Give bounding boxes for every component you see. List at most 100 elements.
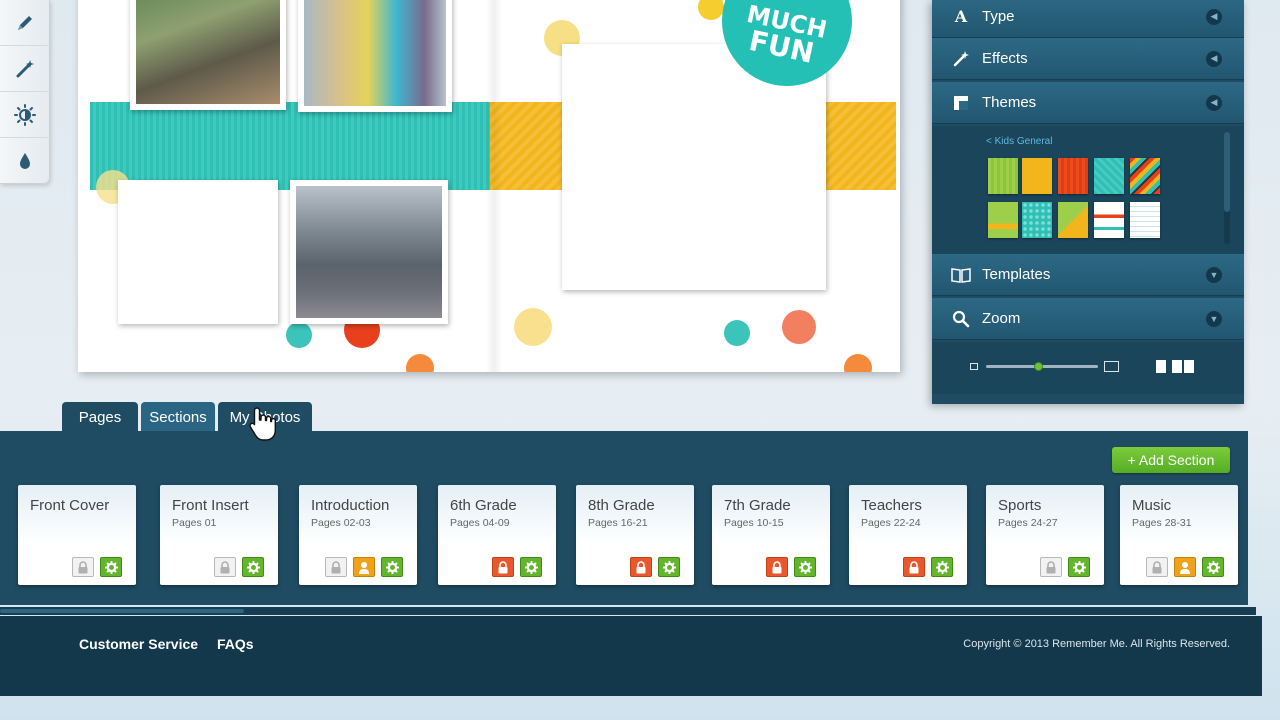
chevron-left-icon[interactable]: ◀ <box>1206 8 1222 25</box>
section-settings-button[interactable] <box>794 557 816 577</box>
sections-panel: + Add Section Front Cover Front Insert Pag… <box>0 431 1256 615</box>
decor-dot <box>286 322 312 348</box>
gear-icon <box>798 560 812 574</box>
section-settings-button[interactable] <box>1068 557 1090 577</box>
themes-scrollbar-thumb[interactable] <box>1224 132 1230 212</box>
section-settings-button[interactable] <box>931 557 953 577</box>
theme-swatch-lined[interactable] <box>1130 202 1160 238</box>
theme-swatch-green[interactable] <box>988 158 1018 194</box>
section-title: 6th Grade <box>450 497 517 514</box>
photo-frame-kids-outdoors[interactable] <box>130 0 286 110</box>
theme-swatch-teal-dots[interactable] <box>1022 202 1052 238</box>
themes-panel: < Kids General <box>932 126 1244 254</box>
section-card[interactable]: Front Cover <box>18 485 136 585</box>
faqs-link[interactable]: FAQs <box>217 636 254 652</box>
yearbook-spread[interactable]: MUCH FUN <box>78 0 900 372</box>
chevron-down-icon[interactable]: ▼ <box>1206 266 1222 283</box>
templates-accordion[interactable]: Templates ▼ <box>932 254 1244 296</box>
section-lock-button[interactable] <box>325 557 347 577</box>
section-settings-button[interactable] <box>658 557 680 577</box>
brightness-icon <box>14 103 36 126</box>
yellow-stripe-right <box>824 102 896 190</box>
chevron-left-icon[interactable]: ◀ <box>1206 50 1222 67</box>
chevron-left-icon[interactable]: ◀ <box>1206 94 1222 111</box>
magnifier-icon <box>952 310 970 327</box>
single-page-view-icon[interactable] <box>1156 360 1166 373</box>
add-section-button[interactable]: + Add Section <box>1112 447 1230 473</box>
section-card[interactable]: Teachers Pages 22-24 <box>849 485 967 585</box>
section-pages: Pages 28-31 <box>1132 517 1192 529</box>
tab-sections[interactable]: Sections <box>141 402 215 432</box>
section-lock-button[interactable] <box>1146 557 1168 577</box>
empty-photo-frame[interactable] <box>118 180 278 324</box>
theme-swatch-teal[interactable] <box>1094 158 1124 194</box>
section-card[interactable]: 6th Grade Pages 04-09 <box>438 485 556 585</box>
section-lock-button[interactable] <box>766 557 788 577</box>
gear-icon <box>662 560 676 574</box>
lock-icon <box>1151 560 1163 574</box>
section-settings-button[interactable] <box>100 557 122 577</box>
decor-dot <box>782 310 816 344</box>
theme-swatch-green-band[interactable] <box>988 202 1018 238</box>
effects-accordion[interactable]: Effects ◀ <box>932 38 1244 80</box>
section-card[interactable]: Front Insert Pages 01 <box>160 485 278 585</box>
kids-general-link[interactable]: < Kids General <box>986 136 1052 147</box>
section-card[interactable]: 7th Grade Pages 10-15 <box>712 485 830 585</box>
zoom-slider[interactable] <box>986 362 1098 371</box>
section-title: Sports <box>998 497 1042 514</box>
zoom-accordion[interactable]: Zoom ▼ <box>932 298 1244 340</box>
spread-view-icon[interactable] <box>1172 360 1194 373</box>
pen-tool-button[interactable] <box>0 0 50 46</box>
themes-icon <box>954 95 968 110</box>
section-lock-button[interactable] <box>492 557 514 577</box>
theme-swatch-multi[interactable] <box>1130 158 1160 194</box>
section-lock-button[interactable] <box>1040 557 1062 577</box>
theme-swatch-yellow[interactable] <box>1022 158 1052 194</box>
section-title: Teachers <box>861 497 922 514</box>
magic-wand-tool-button[interactable] <box>0 46 50 92</box>
section-settings-button[interactable] <box>381 557 403 577</box>
photo-frame-students-group[interactable] <box>298 0 452 112</box>
type-accordion[interactable]: A Type ◀ <box>932 0 1244 38</box>
section-pages: Pages 02-03 <box>311 517 371 529</box>
themes-label: Themes <box>982 94 1037 111</box>
section-card[interactable]: 8th Grade Pages 16-21 <box>576 485 694 585</box>
section-lock-button[interactable] <box>72 557 94 577</box>
section-card[interactable]: Introduction Pages 02-03 <box>299 485 417 585</box>
section-user-button[interactable] <box>353 557 375 577</box>
section-settings-button[interactable] <box>520 557 542 577</box>
section-settings-button[interactable] <box>1202 557 1224 577</box>
zoom-out-icon[interactable] <box>970 363 978 370</box>
sections-scrollbar[interactable] <box>0 607 1256 615</box>
gear-icon <box>524 560 538 574</box>
theme-swatch-green-yellow[interactable] <box>1058 202 1088 238</box>
section-pages: Pages 16-21 <box>588 517 648 529</box>
section-lock-button[interactable] <box>903 557 925 577</box>
decor-dot <box>406 354 434 372</box>
themes-scrollbar[interactable] <box>1224 132 1230 244</box>
section-settings-button[interactable] <box>242 557 264 577</box>
themes-accordion[interactable]: Themes ◀ <box>932 82 1244 124</box>
theme-swatch-red[interactable] <box>1058 158 1088 194</box>
section-card[interactable]: Sports Pages 24-27 <box>986 485 1104 585</box>
copyright-text: Copyright © 2013 Remember Me. All Rights… <box>963 638 1230 650</box>
tab-sections-label: Sections <box>149 408 207 426</box>
section-card[interactable]: Music Pages 28-31 <box>1120 485 1238 585</box>
color-drop-tool-button[interactable] <box>0 138 50 184</box>
zoom-in-icon[interactable] <box>1104 361 1119 372</box>
sections-scrollbar-thumb[interactable] <box>0 609 244 613</box>
section-user-button[interactable] <box>1174 557 1196 577</box>
lock-icon <box>330 560 342 574</box>
section-lock-button[interactable] <box>214 557 236 577</box>
section-title: Music <box>1132 497 1172 514</box>
photo-frame-building[interactable] <box>290 180 448 324</box>
tab-pages[interactable]: Pages <box>62 402 138 432</box>
pen-icon <box>18 15 32 30</box>
brightness-tool-button[interactable] <box>0 92 50 138</box>
chevron-down-icon[interactable]: ▼ <box>1206 310 1222 327</box>
section-lock-button[interactable] <box>630 557 652 577</box>
drop-icon <box>20 153 30 169</box>
customer-service-link[interactable]: Customer Service <box>79 636 198 652</box>
theme-swatch-white-stripes[interactable] <box>1094 202 1124 238</box>
zoom-slider-knob[interactable] <box>1034 362 1044 371</box>
